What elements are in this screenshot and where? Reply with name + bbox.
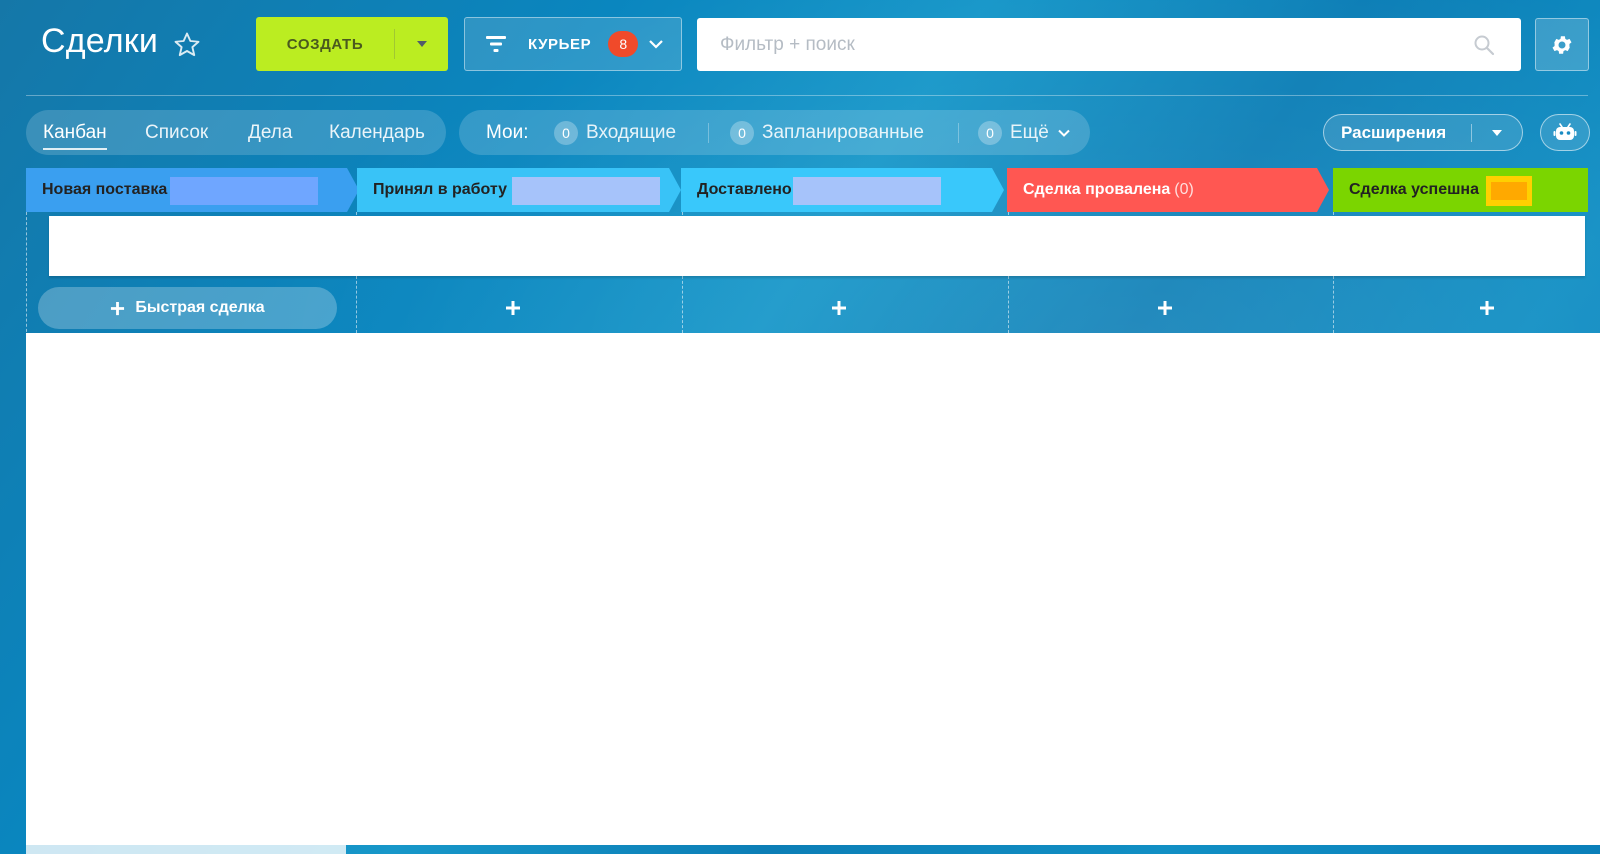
redacted-area xyxy=(170,177,318,205)
quick-deal-label: Быстрая сделка xyxy=(135,299,265,316)
counter-incoming[interactable]: 0 Входящие xyxy=(554,110,676,155)
stage-failed[interactable]: Сделка провалена (0) xyxy=(1007,168,1317,212)
tab-activities[interactable]: Дела xyxy=(248,122,292,144)
robots-button[interactable] xyxy=(1540,114,1590,151)
stage-count: (0) xyxy=(1174,181,1194,198)
counter-more-count: 0 xyxy=(978,120,1002,145)
stage-title: Новая поставка xyxy=(42,181,168,198)
kanban-content-area xyxy=(26,333,1600,845)
page-title: Сделки xyxy=(41,22,159,60)
header-divider xyxy=(26,95,1588,96)
overlay-panel xyxy=(49,216,1585,276)
stage-arrow xyxy=(1317,168,1329,212)
extensions-dropdown-caret[interactable] xyxy=(1472,129,1522,137)
caret-down-icon xyxy=(416,41,427,47)
add-deal-plus-icon[interactable] xyxy=(831,300,847,316)
redacted-area xyxy=(1491,182,1527,200)
add-deal-plus-icon[interactable] xyxy=(1479,300,1495,316)
stage-title: Сделка провалена xyxy=(1023,181,1171,198)
filter-preset-button[interactable]: КУРЬЕР 8 xyxy=(464,17,682,71)
column-divider xyxy=(26,212,27,342)
filter-preset-label: КУРЬЕР xyxy=(528,35,592,53)
caret-down-icon xyxy=(1492,129,1502,136)
stage-arrow xyxy=(669,168,681,212)
tab-list[interactable]: Список xyxy=(145,122,208,144)
tab-calendar[interactable]: Календарь xyxy=(329,122,425,144)
chevron-down-icon xyxy=(1058,129,1070,137)
redacted-area xyxy=(512,177,660,205)
horizontal-scrollbar[interactable] xyxy=(26,845,346,854)
counters-label: Мои: xyxy=(486,122,529,143)
redacted-area xyxy=(793,177,941,205)
gear-icon xyxy=(1552,35,1572,54)
counter-planned-count: 0 xyxy=(730,120,754,145)
counter-more[interactable]: 0 Ещё xyxy=(978,110,1071,155)
add-deal-plus-icon[interactable] xyxy=(1157,300,1173,316)
extensions-button[interactable]: Расширения xyxy=(1323,114,1523,151)
stage-title: Сделка успешна xyxy=(1349,181,1479,198)
counter-separator xyxy=(708,123,709,143)
stage-arrow xyxy=(992,168,1004,212)
filter-count-badge: 8 xyxy=(608,31,639,57)
search-input[interactable] xyxy=(697,18,1457,71)
create-button-label: СОЗДАТЬ xyxy=(286,35,364,53)
extensions-label: Расширения xyxy=(1341,122,1447,142)
stage-success[interactable]: Сделка успешна xyxy=(1333,168,1588,212)
counter-incoming-label: Входящие xyxy=(586,121,677,143)
create-button[interactable]: СОЗДАТЬ xyxy=(256,17,448,71)
stage-title: Принял в работу xyxy=(373,181,508,198)
counter-planned[interactable]: 0 Запланированные xyxy=(730,110,924,155)
chevron-down-icon xyxy=(649,40,664,49)
plus-icon xyxy=(111,301,125,315)
view-switcher: Канбан Список Дела Календарь xyxy=(26,110,446,155)
counter-incoming-count: 0 xyxy=(554,120,578,145)
stage-title: Доставлено xyxy=(697,181,792,198)
counter-more-label: Ещё xyxy=(1010,121,1049,143)
search-box xyxy=(697,18,1521,71)
counter-separator xyxy=(958,123,959,143)
robot-icon xyxy=(1553,122,1577,140)
create-dropdown-caret[interactable] xyxy=(395,40,448,48)
counters-bar: Мои: 0 Входящие 0 Запланированные 0 Ещё xyxy=(459,110,1090,155)
add-deal-plus-icon[interactable] xyxy=(505,300,521,316)
settings-button[interactable] xyxy=(1535,18,1589,71)
search-icon[interactable] xyxy=(1473,34,1495,56)
tab-kanban[interactable]: Канбан xyxy=(43,122,107,150)
counter-planned-label: Запланированные xyxy=(762,121,924,143)
quick-deal-button[interactable]: Быстрая сделка xyxy=(38,287,337,329)
filter-icon xyxy=(486,36,506,52)
star-icon[interactable] xyxy=(172,30,202,60)
